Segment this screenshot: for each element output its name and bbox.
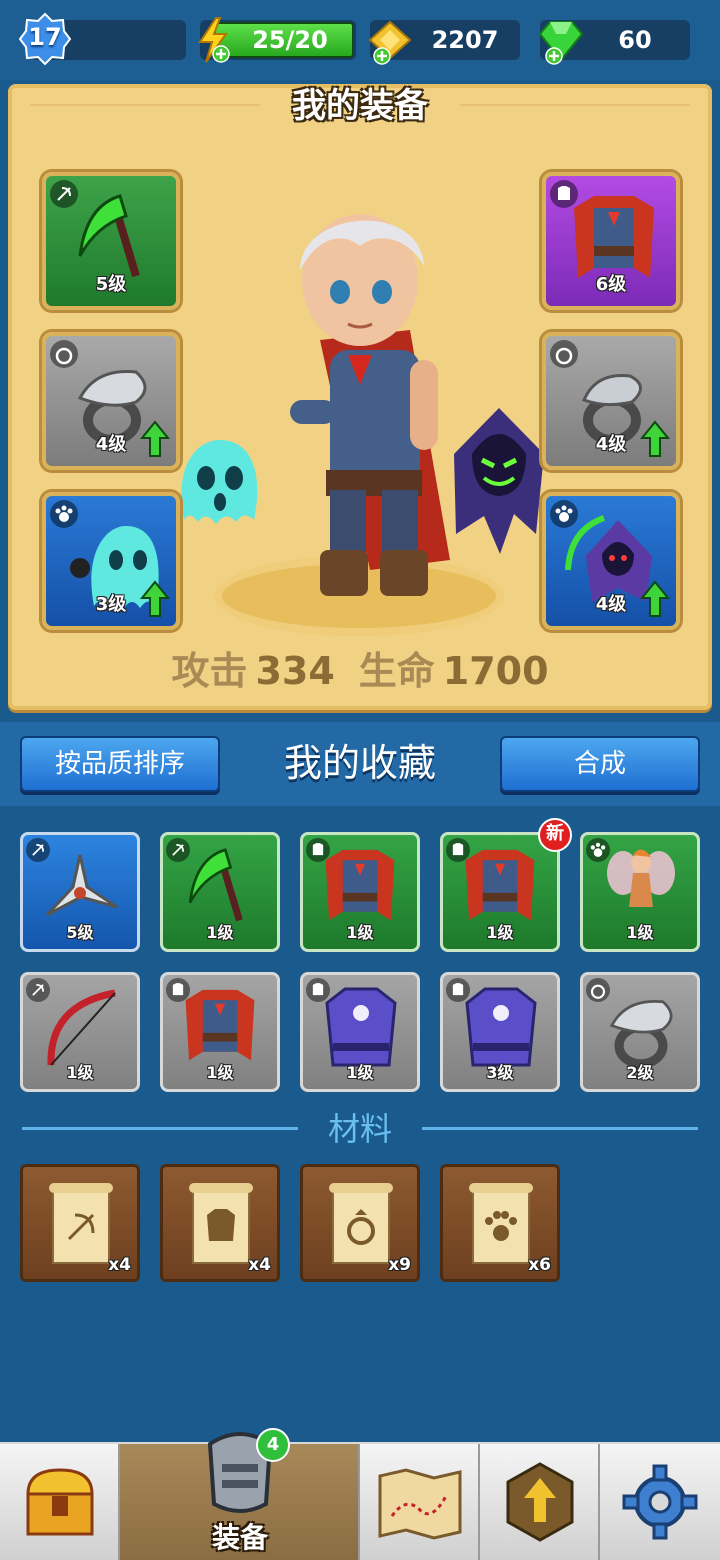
materials-divider-right bbox=[422, 1127, 698, 1130]
collection-item[interactable]: 1级 bbox=[300, 832, 420, 952]
equip-slot-weapon[interactable]: 5级 bbox=[42, 172, 180, 310]
hp-value: 1700 bbox=[442, 649, 549, 693]
equipment-title: 我的装备 bbox=[292, 86, 428, 126]
item-level: 1级 bbox=[206, 923, 234, 942]
item-level: 1级 bbox=[206, 1063, 234, 1082]
equip-slot-ring-right[interactable]: 4级 bbox=[542, 332, 680, 470]
item-level: 1级 bbox=[346, 1063, 374, 1082]
scythe-icon bbox=[188, 848, 243, 922]
nav-tab-map[interactable] bbox=[360, 1444, 480, 1560]
attack-label: 攻击 bbox=[171, 649, 248, 693]
armor-scroll-icon bbox=[189, 1183, 253, 1264]
mage-robe-icon bbox=[465, 987, 537, 1067]
item-level: 1级 bbox=[66, 1063, 94, 1082]
hp-label: 生命 bbox=[358, 649, 435, 693]
equip-slot-pet-left[interactable]: 3级 bbox=[42, 492, 180, 630]
fairy-pet-icon bbox=[607, 849, 675, 907]
slot-level: 6级 bbox=[595, 274, 627, 295]
ring-scroll-icon bbox=[329, 1183, 393, 1264]
slot-level: 4级 bbox=[95, 434, 127, 455]
collection-item[interactable]: 3级 bbox=[440, 972, 560, 1092]
collection-item[interactable]: 1级 bbox=[300, 972, 420, 1092]
collection-item[interactable]: 1级 bbox=[440, 832, 560, 952]
equipment-badge: 4 bbox=[256, 1428, 290, 1462]
shuriken-icon bbox=[45, 854, 118, 917]
gold-value: 2207 bbox=[431, 26, 499, 54]
collection-item[interactable]: 1级 bbox=[160, 972, 280, 1092]
cape-armor-icon bbox=[465, 849, 535, 921]
slot-level: 5级 bbox=[95, 274, 127, 295]
chest-icon bbox=[26, 1468, 94, 1536]
gem-icon bbox=[538, 21, 584, 65]
equip-slot-armor[interactable]: 6级 bbox=[542, 172, 680, 310]
materials-divider-left bbox=[22, 1127, 298, 1130]
gem-value: 60 bbox=[618, 26, 652, 54]
gold-icon bbox=[368, 20, 412, 65]
collection-item[interactable]: 5级 bbox=[20, 832, 140, 952]
nav-tab-upgrade[interactable] bbox=[480, 1444, 600, 1560]
equip-slot-pet-right[interactable]: 4级 bbox=[542, 492, 680, 630]
merge-button[interactable]: 合成 bbox=[500, 736, 700, 792]
item-level: 5级 bbox=[66, 923, 94, 942]
material-item[interactable]: x4 bbox=[20, 1164, 140, 1282]
item-level: 2级 bbox=[626, 1063, 654, 1082]
equip-slot-ring-left[interactable]: 4级 bbox=[42, 332, 180, 470]
gear-icon bbox=[622, 1464, 698, 1540]
material-count: x6 bbox=[528, 1255, 551, 1275]
item-level: 1级 bbox=[346, 923, 374, 942]
hero-stats: 攻击 334 生命 1700 bbox=[0, 640, 720, 695]
upgrade-icon bbox=[506, 1462, 574, 1542]
nav-tab-settings[interactable] bbox=[600, 1444, 720, 1560]
new-badge: 新 bbox=[538, 818, 572, 852]
energy-value: 25/20 bbox=[252, 26, 328, 54]
mage-robe-icon bbox=[325, 987, 397, 1067]
material-count: x4 bbox=[108, 1255, 131, 1275]
collection-item[interactable]: 2级 bbox=[580, 972, 700, 1092]
cape-armor-icon bbox=[185, 989, 255, 1061]
nav-tab-chest[interactable] bbox=[0, 1444, 120, 1560]
nav-label-equipment: 装备 bbox=[211, 1521, 268, 1554]
hero-character bbox=[290, 214, 450, 596]
material-count: x4 bbox=[248, 1255, 271, 1275]
pet-scroll-icon bbox=[469, 1183, 533, 1264]
energy-bolt-icon bbox=[198, 17, 230, 63]
item-level: 1级 bbox=[486, 923, 514, 942]
map-icon bbox=[378, 1468, 462, 1540]
collection-item[interactable]: 1级 bbox=[160, 832, 280, 952]
material-item[interactable]: x6 bbox=[440, 1164, 560, 1282]
materials-title: 材料 bbox=[327, 1110, 392, 1148]
weapon-scroll-icon bbox=[49, 1183, 113, 1264]
cape-armor-icon bbox=[325, 849, 395, 921]
slot-level: 4级 bbox=[595, 594, 627, 615]
item-level: 3级 bbox=[486, 1063, 514, 1082]
attack-value: 334 bbox=[255, 649, 335, 693]
material-item[interactable]: x4 bbox=[160, 1164, 280, 1282]
material-count: x9 bbox=[388, 1255, 411, 1275]
sort-by-quality-button[interactable]: 按品质排序 bbox=[20, 736, 220, 792]
item-level: 1级 bbox=[626, 923, 654, 942]
collection-title: 我的收藏 bbox=[283, 741, 436, 785]
collection-item[interactable]: 1级 bbox=[20, 972, 140, 1092]
slot-level: 3级 bbox=[95, 594, 127, 615]
player-level: 17 bbox=[28, 23, 62, 51]
collection-item[interactable]: 1级 bbox=[580, 832, 700, 952]
slot-level: 4级 bbox=[595, 434, 627, 455]
reaper-companion bbox=[454, 408, 544, 554]
material-item[interactable]: x9 bbox=[300, 1164, 420, 1282]
